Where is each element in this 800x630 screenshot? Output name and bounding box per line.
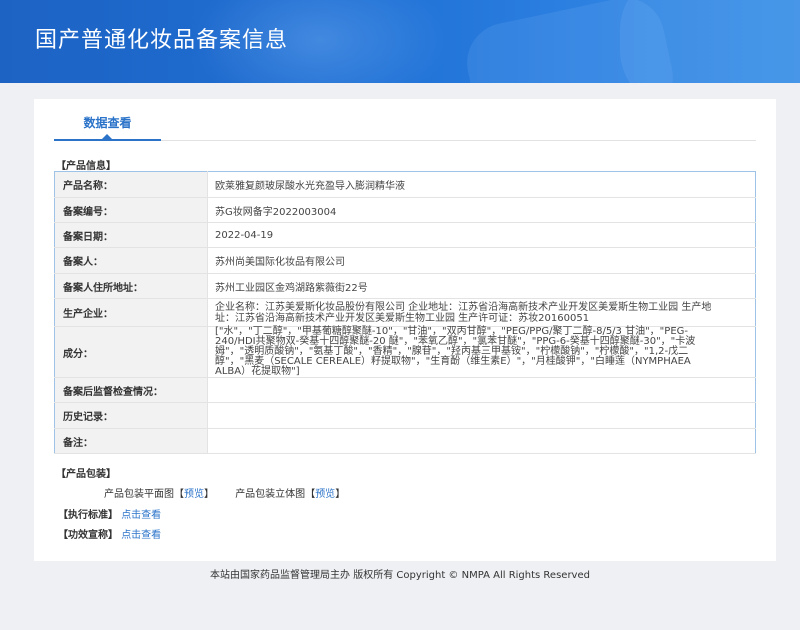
table-row: 备注： [54,428,756,454]
banner-decoration [620,0,800,83]
packaging-item-label: 产品包装平面图 [104,489,174,500]
packaging-item-flat: 产品包装平面图【预览】 [104,489,214,500]
row-value: ["水"，"丁二醇"，"甲基葡糖醇聚醚-10"，"甘油"，"双丙甘醇"，"PEG… [207,326,756,378]
row-value [207,402,756,429]
row-value: 2022-04-19 [207,222,756,248]
row-label: 历史记录： [54,402,208,429]
packaging-item-label: 产品包装立体图 [235,489,306,500]
standard-line: 【执行标准】 点击查看 [58,506,161,521]
tab-active-caret-icon [102,134,112,139]
row-label: 备案日期： [54,222,208,248]
claims-line: 【功效宣称】 点击查看 [58,526,161,541]
claims-view-link[interactable]: 点击查看 [121,530,161,541]
row-value: 苏州工业园区金鸡湖路紫薇街22号 [207,273,756,299]
preview-flat-link[interactable]: 预览 [184,489,204,500]
tab-label: 数据查看 [83,116,132,130]
packaging-item-3d: 产品包装立体图【预览】 [235,489,346,500]
row-label: 备注： [54,428,208,454]
packaging-section-title: 【产品包装】 [56,469,116,480]
row-label: 备案编号： [54,197,208,223]
footer-copyright: 本站由国家药品监督管理局主办 版权所有 Copyright © NMPA All… [210,570,590,581]
packaging-list: 产品包装平面图【预览】 产品包装立体图【预览】 [104,485,363,500]
row-value: 企业名称：江苏美爱斯化妆品股份有限公司 企业地址：江苏省沿海高新技术产业开发区美… [207,298,756,327]
row-label: 产品名称： [54,171,208,198]
row-label: 备案后监督检查情况： [54,377,208,403]
product-info-section-title: 【产品信息】 [56,161,116,172]
row-label: 备案人： [54,247,208,274]
header-banner: 国产普通化妆品备案信息 [0,0,800,83]
row-value: 欧莱雅复颜玻尿酸水光充盈导入膨润精华液 [207,171,756,198]
table-row: 备案日期： 2022-04-19 [54,222,756,248]
table-row: 备案编号： 苏G妆网备字2022003004 [54,197,756,223]
row-label: 成分： [54,326,208,378]
claims-label: 【功效宣称】 [58,530,118,541]
table-row: 生产企业： 企业名称：江苏美爱斯化妆品股份有限公司 企业地址：江苏省沿海高新技术… [54,298,756,327]
page-title: 国产普通化妆品备案信息 [35,28,289,53]
row-value: 苏G妆网备字2022003004 [207,197,756,223]
row-label: 备案人住所地址： [54,273,208,299]
row-value [207,428,756,454]
table-row: 备案后监督检查情况： [54,377,756,403]
row-value [207,377,756,403]
table-row: 备案人住所地址： 苏州工业园区金鸡湖路紫薇街22号 [54,273,756,299]
content-card: 数据查看 【产品信息】 产品名称： 欧莱雅复颜玻尿酸水光充盈导入膨润精华液 备案… [34,99,776,561]
preview-3d-link[interactable]: 预览 [315,489,335,500]
row-value: 苏州尚美国际化妆品有限公司 [207,247,756,274]
row-label: 生产企业： [54,298,208,327]
standard-label: 【执行标准】 [58,510,118,521]
table-row: 历史记录： [54,402,756,429]
tab-data-view[interactable]: 数据查看 [54,99,161,141]
product-info-table: 产品名称： 欧莱雅复颜玻尿酸水光充盈导入膨润精华液 备案编号： 苏G妆网备字20… [54,171,756,454]
tab-bar: 数据查看 [54,99,756,141]
standard-view-link[interactable]: 点击查看 [121,510,161,521]
table-row: 成分： ["水"，"丁二醇"，"甲基葡糖醇聚醚-10"，"甘油"，"双丙甘醇"，… [54,326,756,378]
table-row: 产品名称： 欧莱雅复颜玻尿酸水光充盈导入膨润精华液 [54,171,756,198]
table-row: 备案人： 苏州尚美国际化妆品有限公司 [54,247,756,274]
